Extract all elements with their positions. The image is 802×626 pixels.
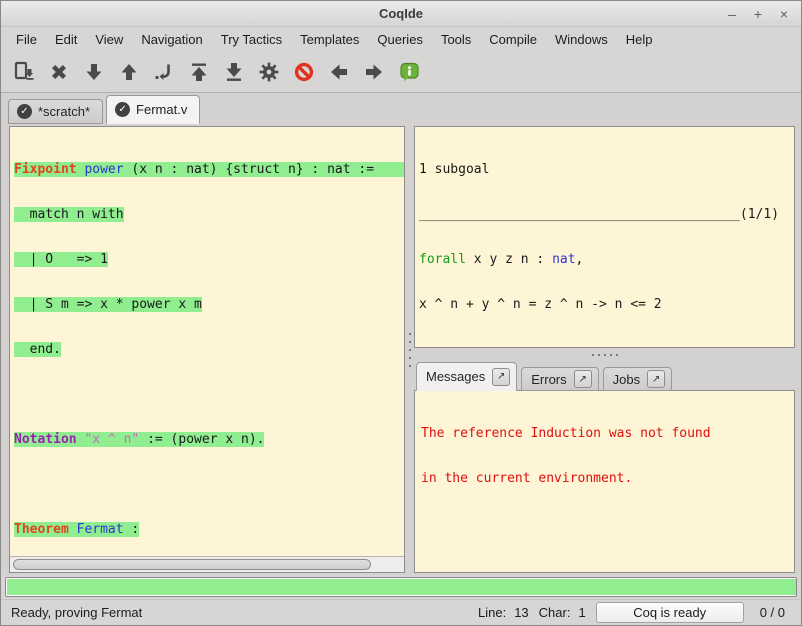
- menu-help[interactable]: Help: [617, 29, 662, 50]
- document-tab-bar: ✓ *scratch* ✓ Fermat.v: [1, 93, 801, 124]
- progress-row: [1, 575, 801, 599]
- go-to-end-icon[interactable]: [219, 57, 249, 87]
- about-icon[interactable]: [394, 57, 424, 87]
- toolbar: [1, 51, 801, 93]
- char-label: Char:: [539, 605, 571, 620]
- vertical-splitter[interactable]: [405, 126, 414, 573]
- menu-try-tactics[interactable]: Try Tactics: [212, 29, 291, 50]
- code-line: Theorem Fermat :: [14, 522, 404, 537]
- progress-bar: [5, 577, 797, 597]
- close-icon[interactable]: [44, 57, 74, 87]
- menu-templates[interactable]: Templates: [291, 29, 368, 50]
- detach-icon[interactable]: ↗: [574, 370, 592, 388]
- goal-count: 1 subgoal: [419, 162, 794, 177]
- tab-fermat[interactable]: ✓ Fermat.v: [106, 95, 200, 124]
- horizontal-scrollbar[interactable]: [10, 556, 404, 572]
- backward-icon[interactable]: [114, 57, 144, 87]
- code-line: Fixpoint power (x n : nat) {struct n} : …: [14, 162, 404, 177]
- check-icon: ✓: [17, 104, 32, 119]
- check-icon: ✓: [115, 102, 130, 117]
- script-editor-frame: Fixpoint power (x n : nat) {struct n} : …: [9, 126, 405, 573]
- tab-label: Jobs: [613, 372, 640, 387]
- goal-separator: ________________________________________…: [419, 207, 794, 222]
- goal-conclusion: x ^ n + y ^ n = z ^ n -> n <= 2: [419, 297, 794, 312]
- message-line: The reference Induction was not found: [421, 426, 794, 441]
- code-line: end.: [14, 342, 404, 357]
- main-area: Fixpoint power (x n : nat) {struct n} : …: [1, 124, 801, 575]
- window-title: CoqIde: [379, 6, 423, 21]
- tab-errors[interactable]: Errors ↗: [521, 367, 598, 391]
- code-line: [14, 477, 404, 492]
- restart-icon[interactable]: [184, 57, 214, 87]
- menu-view[interactable]: View: [86, 29, 132, 50]
- jobs-counter: 0 / 0: [760, 605, 785, 620]
- detach-icon[interactable]: ↗: [647, 370, 665, 388]
- status-message: Ready, proving Fermat: [11, 605, 468, 620]
- fully-check-icon[interactable]: [254, 57, 284, 87]
- window-controls: – + ×: [725, 1, 791, 27]
- message-tab-bar: Messages ↗ Errors ↗ Jobs ↗: [414, 361, 795, 391]
- char-value: 1: [578, 605, 585, 620]
- maximize-icon[interactable]: +: [751, 7, 765, 21]
- message-line: in the current environment.: [421, 471, 794, 486]
- minimize-icon[interactable]: –: [725, 7, 739, 21]
- code-line: | O => 1: [14, 252, 404, 267]
- menu-compile[interactable]: Compile: [480, 29, 546, 50]
- tab-messages[interactable]: Messages ↗: [416, 362, 517, 391]
- title-bar: CoqIde – + ×: [1, 1, 801, 27]
- page-arrow-icon[interactable]: [9, 57, 39, 87]
- menu-bar: File Edit View Navigation Try Tactics Te…: [1, 27, 801, 51]
- script-panel: Fixpoint power (x n : nat) {struct n} : …: [9, 126, 405, 573]
- progress-fill: [7, 579, 797, 595]
- menu-edit[interactable]: Edit: [46, 29, 86, 50]
- coqide-window: CoqIde – + × File Edit View Navigation T…: [0, 0, 802, 626]
- line-value: 13: [514, 605, 528, 620]
- detach-icon[interactable]: ↗: [492, 368, 510, 386]
- coq-status-button[interactable]: Coq is ready: [596, 602, 744, 623]
- menu-tools[interactable]: Tools: [432, 29, 480, 50]
- horizontal-splitter[interactable]: [414, 348, 795, 361]
- tab-label: Messages: [426, 369, 485, 384]
- menu-queries[interactable]: Queries: [368, 29, 432, 50]
- previous-icon[interactable]: [324, 57, 354, 87]
- code-line: [14, 387, 404, 402]
- menu-navigation[interactable]: Navigation: [132, 29, 211, 50]
- goto-cursor-icon[interactable]: [149, 57, 179, 87]
- close-icon[interactable]: ×: [777, 7, 791, 21]
- scrollbar-thumb[interactable]: [13, 559, 371, 570]
- code-line: | S m => x * power x m: [14, 297, 404, 312]
- tab-label: Errors: [531, 372, 566, 387]
- tab-scratch[interactable]: ✓ *scratch*: [8, 99, 103, 124]
- messages-panel[interactable]: The reference Induction was not found in…: [414, 390, 795, 573]
- goal-hypothesis: forall x y z n : nat,: [419, 252, 794, 267]
- code-line: Notation "x ^ n" := (power x n).: [14, 432, 404, 447]
- tab-jobs[interactable]: Jobs ↗: [603, 367, 672, 391]
- interrupt-icon[interactable]: [289, 57, 319, 87]
- right-panel: 1 subgoal ______________________________…: [414, 126, 795, 573]
- menu-file[interactable]: File: [7, 29, 46, 50]
- tab-label: *scratch*: [38, 104, 90, 119]
- menu-windows[interactable]: Windows: [546, 29, 617, 50]
- forward-icon[interactable]: [79, 57, 109, 87]
- script-editor[interactable]: Fixpoint power (x n : nat) {struct n} : …: [10, 127, 404, 556]
- tab-label: Fermat.v: [136, 102, 187, 117]
- next-icon[interactable]: [359, 57, 389, 87]
- goals-panel[interactable]: 1 subgoal ______________________________…: [414, 126, 795, 348]
- line-label: Line:: [478, 605, 506, 620]
- status-bar: Ready, proving Fermat Line: 13 Char: 1 C…: [1, 599, 801, 625]
- code-line: match n with: [14, 207, 404, 222]
